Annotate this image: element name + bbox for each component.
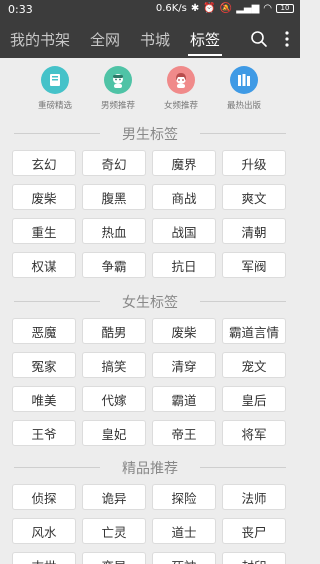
tag-button[interactable]: 重生 bbox=[12, 218, 76, 244]
tag-button[interactable]: 争霸 bbox=[82, 252, 146, 278]
battery-icon: 10 bbox=[276, 4, 294, 13]
tag-button[interactable]: 变异 bbox=[82, 552, 146, 564]
tag-button[interactable]: 王爷 bbox=[12, 420, 76, 446]
category-male-picks[interactable]: 男频推荐 bbox=[88, 66, 148, 111]
boy-avatar-icon bbox=[104, 66, 132, 94]
category-hot-published[interactable]: 最热出版 bbox=[214, 66, 274, 111]
tag-button[interactable]: 霸道言情 bbox=[222, 318, 286, 344]
tags-content[interactable]: 重磅精选 男频推荐 女频推荐 最热出版 男生标签 玄幻 奇幻 魔界 升级 废柴 … bbox=[0, 58, 300, 564]
tag-button[interactable]: 权谋 bbox=[12, 252, 76, 278]
wifi-icon: ◠ bbox=[263, 3, 272, 14]
more-options-icon[interactable] bbox=[278, 30, 296, 48]
bluetooth-icon: ✱ bbox=[190, 3, 200, 14]
tag-button[interactable]: 皇后 bbox=[222, 386, 286, 412]
tag-button[interactable]: 商战 bbox=[152, 184, 216, 210]
tag-button[interactable]: 诡异 bbox=[82, 484, 146, 510]
tag-button[interactable]: 战国 bbox=[152, 218, 216, 244]
tag-button[interactable]: 末世 bbox=[12, 552, 76, 564]
category-female-picks[interactable]: 女频推荐 bbox=[151, 66, 211, 111]
status-icons: 0.6K/s ✱ ⏰ 🔕 ▂▄▆ ◠ 10 bbox=[156, 3, 294, 14]
search-icon[interactable] bbox=[250, 30, 268, 48]
tab-web[interactable]: 全网 bbox=[90, 29, 120, 50]
tag-button[interactable]: 军阀 bbox=[222, 252, 286, 278]
books-icon bbox=[230, 66, 258, 94]
active-tab-indicator bbox=[188, 54, 222, 56]
network-speed: 0.6K/s bbox=[155, 3, 187, 14]
tag-button[interactable]: 死神 bbox=[152, 552, 216, 564]
tag-button[interactable]: 将军 bbox=[222, 420, 286, 446]
tag-button[interactable]: 封印 bbox=[222, 552, 286, 564]
tag-button[interactable]: 废柴 bbox=[152, 318, 216, 344]
tag-button[interactable]: 搞笑 bbox=[82, 352, 146, 378]
category-featured[interactable]: 重磅精选 bbox=[25, 66, 85, 111]
tag-button[interactable]: 热血 bbox=[82, 218, 146, 244]
tab-tags[interactable]: 标签 bbox=[190, 29, 220, 50]
tag-button[interactable]: 爽文 bbox=[222, 184, 286, 210]
tag-button[interactable]: 清朝 bbox=[222, 218, 286, 244]
tag-grid-female: 恶魔 酷男 废柴 霸道言情 冤家 搞笑 清穿 宠文 唯美 代嫁 霸道 皇后 王爷… bbox=[12, 318, 288, 446]
section-title-male: 男生标签 bbox=[0, 124, 300, 144]
tag-button[interactable]: 皇妃 bbox=[82, 420, 146, 446]
signal-icon: ▂▄▆ bbox=[236, 3, 260, 14]
category-shortcuts: 重磅精选 男频推荐 女频推荐 最热出版 bbox=[0, 58, 300, 116]
tag-button[interactable]: 风水 bbox=[12, 518, 76, 544]
tag-button[interactable]: 探险 bbox=[152, 484, 216, 510]
tag-button[interactable]: 冤家 bbox=[12, 352, 76, 378]
tag-button[interactable]: 亡灵 bbox=[82, 518, 146, 544]
tag-grid-male: 玄幻 奇幻 魔界 升级 废柴 腹黑 商战 爽文 重生 热血 战国 清朝 权谋 争… bbox=[12, 150, 288, 278]
tab-bookshelf[interactable]: 我的书架 bbox=[10, 29, 70, 50]
girl-avatar-icon bbox=[167, 66, 195, 94]
tag-button[interactable]: 代嫁 bbox=[82, 386, 146, 412]
tag-button[interactable]: 帝王 bbox=[152, 420, 216, 446]
tab-bookstore[interactable]: 书城 bbox=[140, 29, 170, 50]
tag-button[interactable]: 法师 bbox=[222, 484, 286, 510]
tag-button[interactable]: 恶魔 bbox=[12, 318, 76, 344]
category-label: 女频推荐 bbox=[163, 101, 198, 111]
section-title-female: 女生标签 bbox=[0, 292, 300, 312]
tag-button[interactable]: 丧尸 bbox=[222, 518, 286, 544]
section-title-featured: 精品推荐 bbox=[0, 458, 300, 478]
alarm-icon: ⏰ bbox=[203, 3, 216, 14]
tag-button[interactable]: 唯美 bbox=[12, 386, 76, 412]
tag-button[interactable]: 酷男 bbox=[82, 318, 146, 344]
category-label: 最热出版 bbox=[226, 101, 261, 111]
silent-bell-icon: 🔕 bbox=[219, 3, 233, 14]
tag-button[interactable]: 升级 bbox=[222, 150, 286, 176]
tag-button[interactable]: 侦探 bbox=[12, 484, 76, 510]
status-bar: 0:33 0.6K/s ✱ ⏰ 🔕 ▂▄▆ ◠ 10 bbox=[0, 0, 300, 20]
tag-button[interactable]: 清穿 bbox=[152, 352, 216, 378]
tag-button[interactable]: 玄幻 bbox=[12, 150, 76, 176]
category-label: 男频推荐 bbox=[100, 101, 135, 111]
tag-button[interactable]: 抗日 bbox=[152, 252, 216, 278]
status-time: 0:33 bbox=[8, 3, 33, 16]
tag-button[interactable]: 废柴 bbox=[12, 184, 76, 210]
tag-button[interactable]: 道士 bbox=[152, 518, 216, 544]
category-label: 重磅精选 bbox=[37, 101, 72, 111]
tag-button[interactable]: 奇幻 bbox=[82, 150, 146, 176]
book-icon bbox=[41, 66, 69, 94]
tag-button[interactable]: 霸道 bbox=[152, 386, 216, 412]
top-nav: 我的书架 全网 书城 标签 bbox=[0, 20, 300, 58]
tag-button[interactable]: 腹黑 bbox=[82, 184, 146, 210]
tag-button[interactable]: 魔界 bbox=[152, 150, 216, 176]
tag-grid-featured: 侦探 诡异 探险 法师 风水 亡灵 道士 丧尸 末世 变异 死神 封印 bbox=[12, 484, 288, 564]
tag-button[interactable]: 宠文 bbox=[222, 352, 286, 378]
